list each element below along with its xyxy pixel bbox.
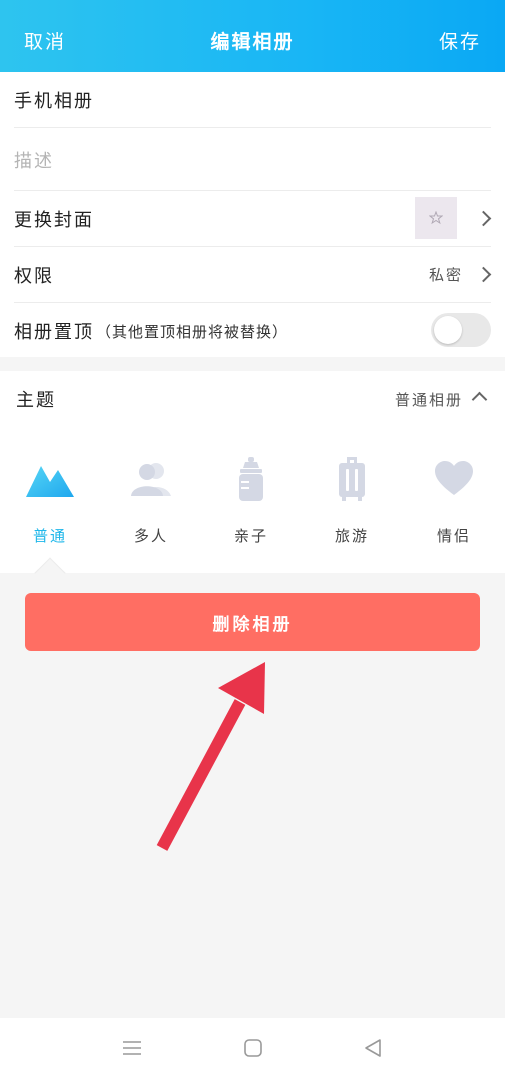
theme-option-normal[interactable]: 普通 <box>10 455 90 546</box>
album-form: 手机相册 描述 更换封面 权限 私密 相册置顶 （其他置顶相册将被替换） <box>0 72 505 357</box>
change-cover-row[interactable]: 更换封面 <box>14 191 492 247</box>
theme-header[interactable]: 主题 普通相册 <box>16 371 489 427</box>
theme-option-label: 旅游 <box>334 527 369 545</box>
description-field[interactable]: 描述 <box>14 129 491 191</box>
toggle-knob <box>434 316 462 344</box>
change-cover-label: 更换封面 <box>14 209 94 231</box>
system-nav-bar <box>0 1018 505 1080</box>
cover-placeholder-icon <box>429 211 443 225</box>
page-title: 编辑相册 <box>210 31 295 53</box>
baby-bottle-icon <box>239 457 263 501</box>
menu-icon[interactable] <box>122 1038 142 1058</box>
album-name-field[interactable]: 手机相册 <box>14 72 491 128</box>
home-icon[interactable] <box>243 1038 263 1058</box>
permission-row[interactable]: 权限 私密 <box>14 247 492 303</box>
people-icon <box>131 463 171 496</box>
chevron-right-icon <box>475 210 492 227</box>
theme-section: 主题 普通相册 普通 多人 亲子 旅游 情侣 <box>0 371 505 573</box>
permission-label: 权限 <box>14 265 54 287</box>
chevron-up-icon <box>471 391 488 408</box>
theme-option-label: 多人 <box>133 527 168 545</box>
description-placeholder: 描述 <box>14 150 54 172</box>
annotation-arrow-icon <box>156 662 265 851</box>
pin-album-toggle[interactable] <box>431 313 491 347</box>
theme-option-label: 普通 <box>32 527 67 545</box>
pin-album-hint: （其他置顶相册将被替换） <box>96 322 289 341</box>
pin-album-row: 相册置顶 （其他置顶相册将被替换） <box>14 303 491 359</box>
theme-option-couple[interactable]: 情侣 <box>414 455 494 546</box>
delete-album-button[interactable]: 删除相册 <box>25 593 480 651</box>
permission-value: 私密 <box>428 266 463 284</box>
heart-icon <box>435 461 473 495</box>
album-name-value: 手机相册 <box>14 90 94 112</box>
theme-option-label: 亲子 <box>233 527 268 545</box>
cover-thumbnail[interactable] <box>415 197 457 239</box>
theme-option-label: 情侣 <box>436 527 471 545</box>
theme-option-travel[interactable]: 旅游 <box>312 455 392 546</box>
theme-option-multi[interactable]: 多人 <box>111 455 191 546</box>
theme-option-family[interactable]: 亲子 <box>211 455 291 546</box>
pin-album-label: 相册置顶 <box>14 322 94 343</box>
save-button[interactable]: 保存 <box>439 0 481 72</box>
back-icon[interactable] <box>363 1038 383 1058</box>
top-bar: 取消 编辑相册 保存 <box>0 0 505 72</box>
mountain-icon <box>26 466 74 497</box>
luggage-icon <box>339 457 365 501</box>
theme-value: 普通相册 <box>394 390 463 409</box>
chevron-right-icon <box>475 266 492 283</box>
theme-label: 主题 <box>16 390 56 411</box>
